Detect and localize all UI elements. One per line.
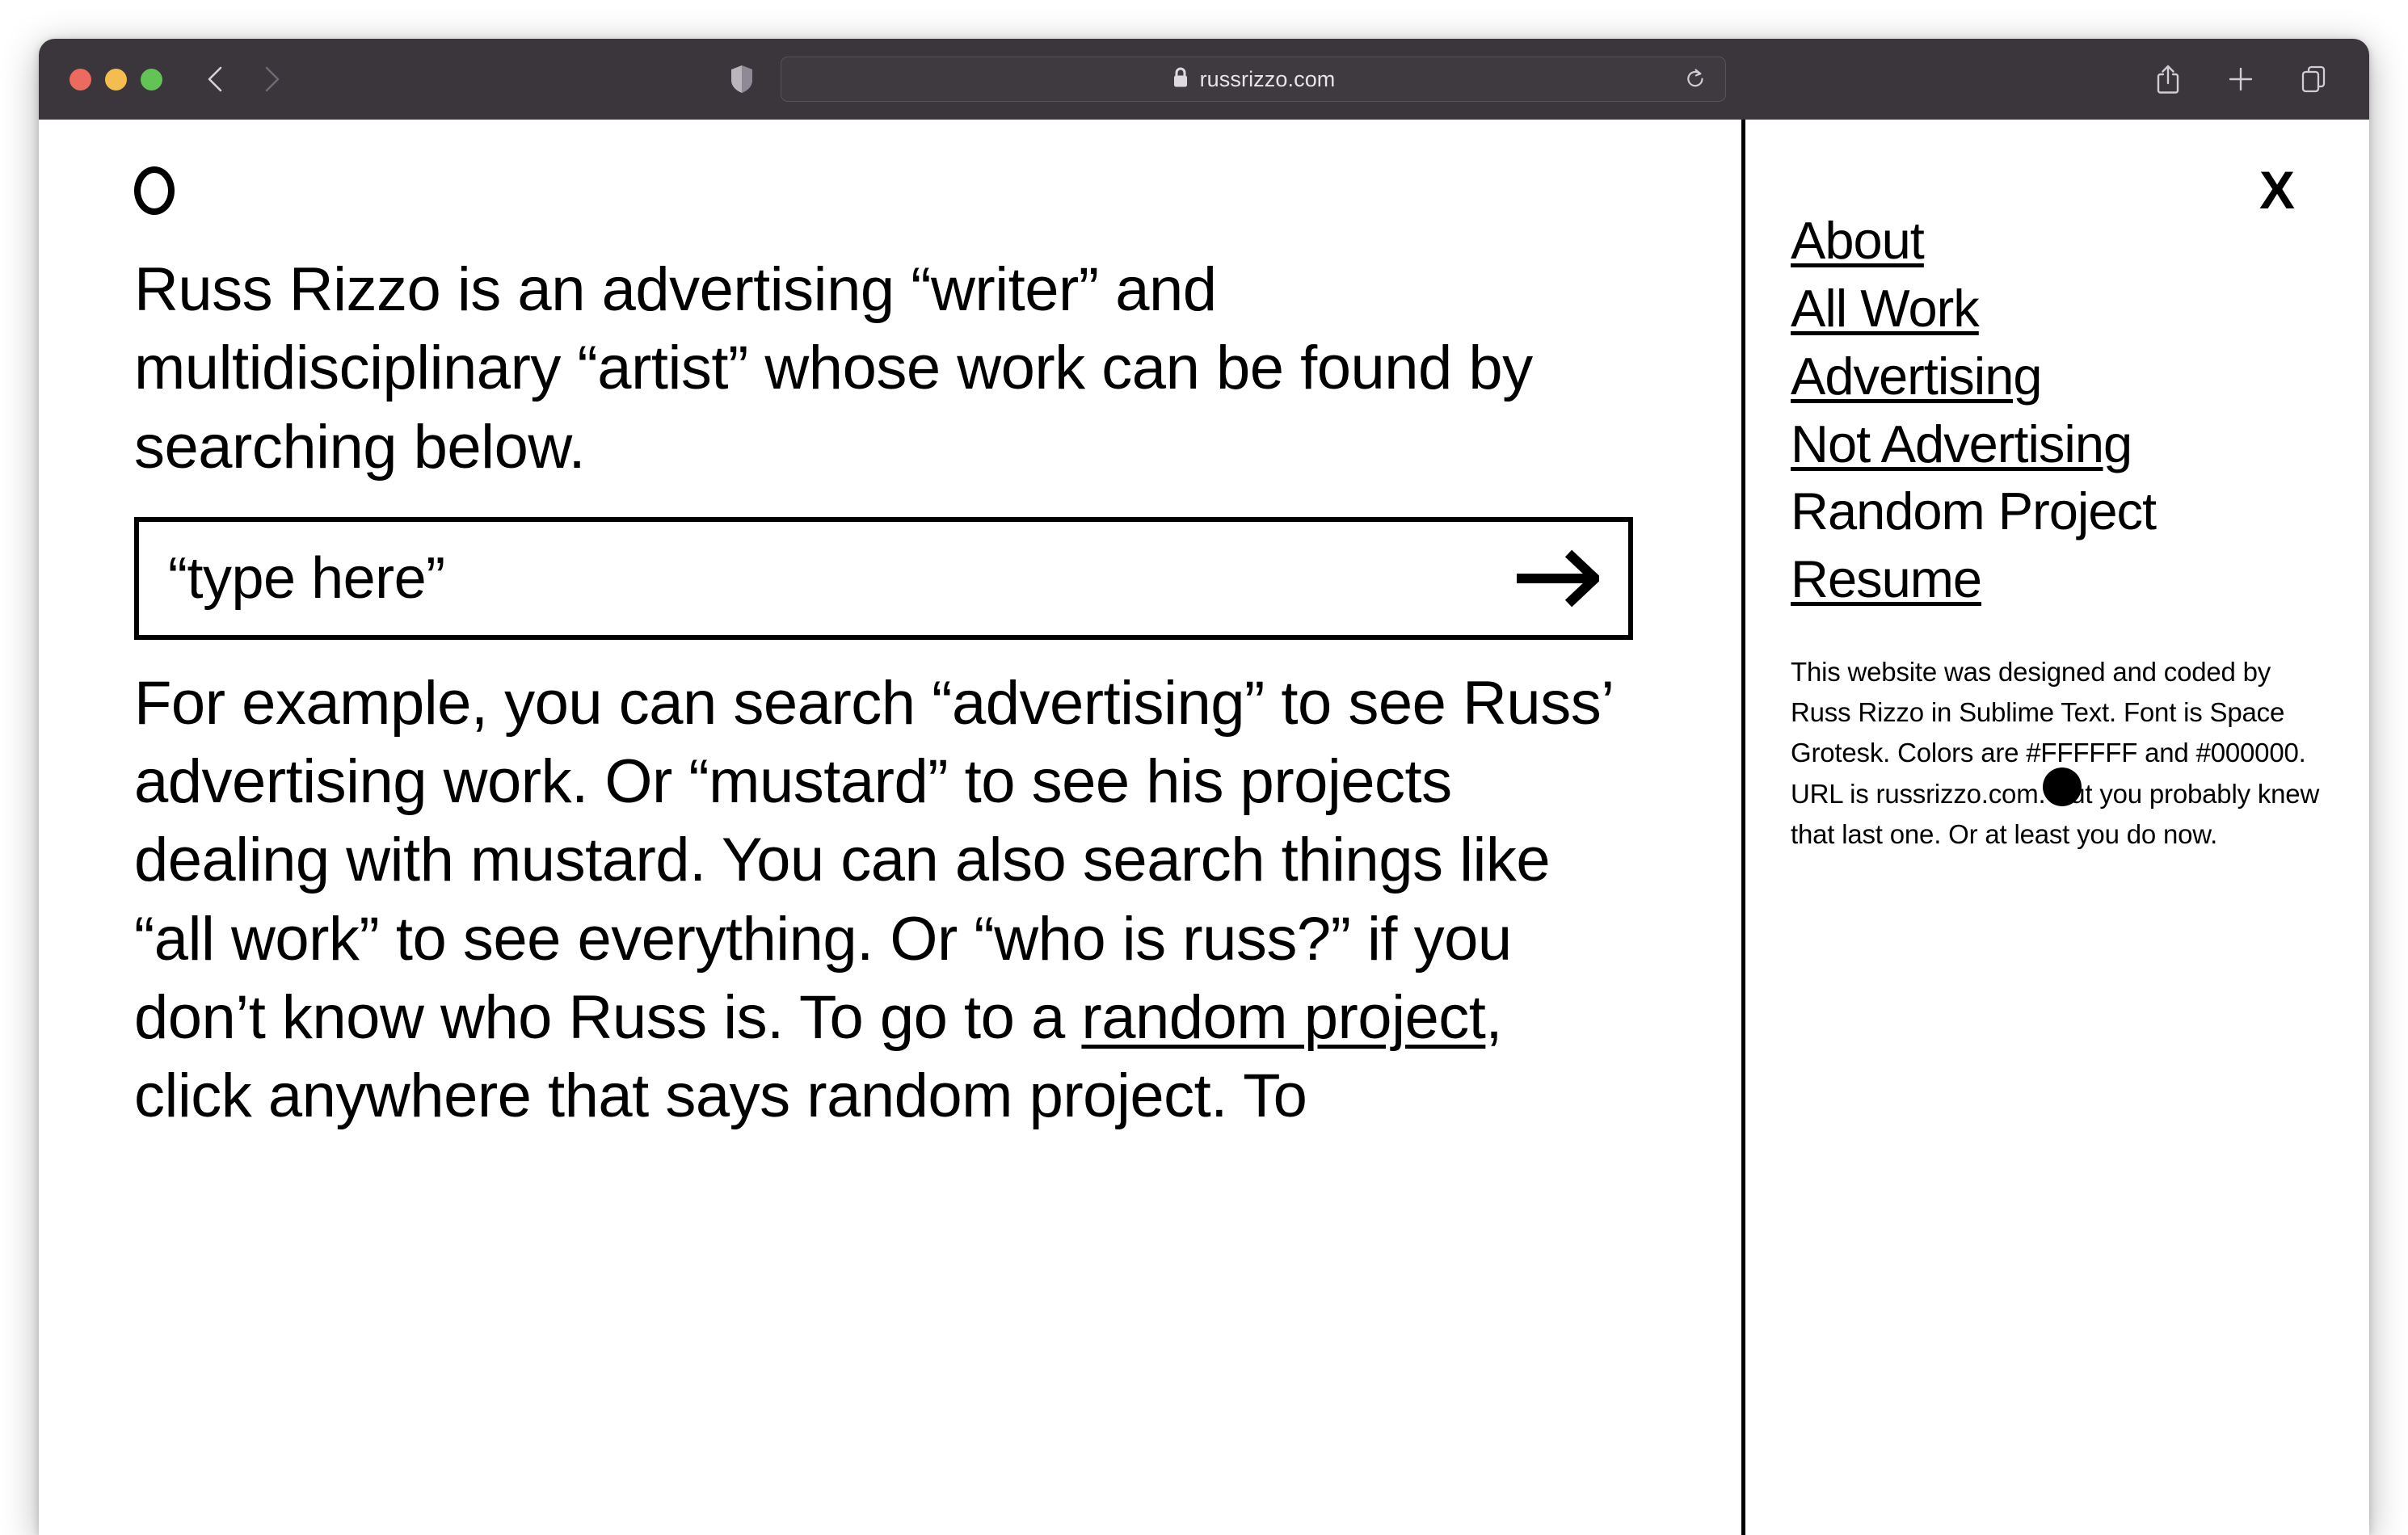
page-content: Russ Rizzo is an advertising “writer” an… (39, 120, 2369, 1535)
tab-overview-icon[interactable] (2296, 62, 2330, 96)
search-input[interactable] (168, 521, 1513, 635)
sidebar-nav: About All Work Advertising Not Advertisi… (1791, 207, 2324, 613)
list-item: All Work (1791, 275, 2324, 343)
list-item: Random Project (1791, 477, 2324, 545)
browser-toolbar: russrizzo.com (39, 39, 2369, 120)
lock-icon (1172, 66, 1189, 92)
random-project-link[interactable]: random project (1081, 983, 1485, 1052)
window-controls (69, 68, 162, 90)
main-column: Russ Rizzo is an advertising “writer” an… (39, 120, 1741, 1535)
list-item: Resume (1791, 545, 2324, 613)
sidebar-item-all-work[interactable]: All Work (1791, 275, 2324, 343)
sidebar-item-resume[interactable]: Resume (1791, 545, 2324, 613)
address-bar[interactable]: russrizzo.com (781, 57, 1726, 102)
sidebar-item-advertising[interactable]: Advertising (1791, 343, 2324, 410)
intro-paragraph: Russ Rizzo is an advertising “writer” an… (134, 255, 1533, 482)
sidebar: X About All Work Advertising Not Adverti… (1745, 120, 2369, 1535)
circle-logo-icon[interactable] (134, 166, 175, 215)
share-icon[interactable] (2151, 62, 2185, 96)
close-window-button[interactable] (69, 68, 91, 90)
reload-icon[interactable] (1680, 64, 1711, 95)
maximize-window-button[interactable] (141, 68, 162, 90)
url-text: russrizzo.com (1199, 66, 1336, 91)
minimize-window-button[interactable] (105, 68, 127, 90)
search-form (134, 516, 1633, 640)
toolbar-actions (2151, 62, 2330, 96)
forward-button[interactable] (258, 65, 285, 93)
search-submit-button[interactable] (1513, 541, 1601, 616)
close-icon[interactable]: X (2259, 163, 2295, 217)
shield-icon[interactable] (726, 63, 758, 95)
sidebar-item-random-project[interactable]: Random Project (1791, 477, 2324, 545)
body-paragraph: For example, you can search “advertising… (134, 664, 1633, 1136)
list-item: Advertising (1791, 343, 2324, 410)
back-button[interactable] (201, 65, 229, 93)
sidebar-item-not-advertising[interactable]: Not Advertising (1791, 410, 2324, 478)
address-bar-content: russrizzo.com (1172, 66, 1336, 92)
navigation-buttons (201, 65, 285, 93)
sidebar-item-about[interactable]: About (1791, 207, 2324, 275)
arrow-right-icon (1517, 549, 1599, 608)
list-item: Not Advertising (1791, 410, 2324, 478)
colophon-text: This website was designed and coded by R… (1791, 657, 2320, 849)
new-tab-icon[interactable] (2224, 62, 2258, 96)
list-item: About (1791, 207, 2324, 275)
browser-window: russrizzo.com Russ Rizzo is an advertisi… (39, 39, 2369, 1535)
